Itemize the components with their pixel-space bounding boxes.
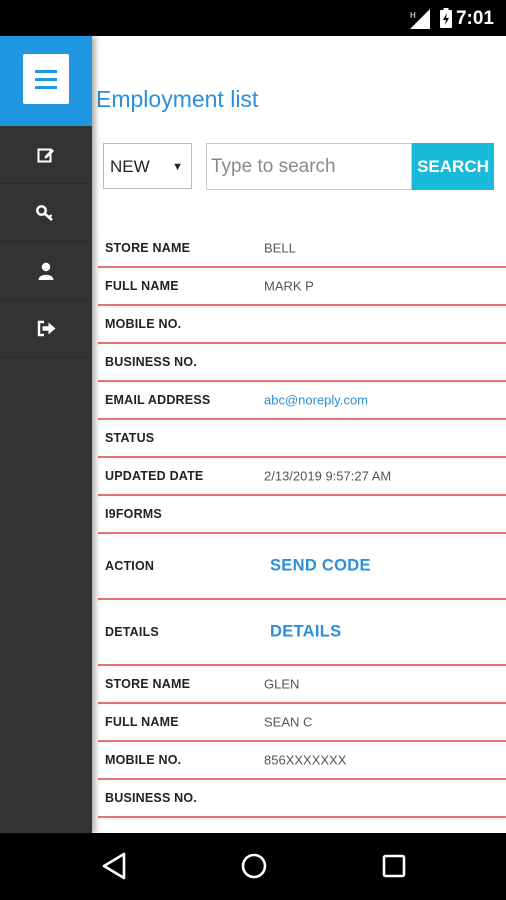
field-value: 2/13/2019 9:57:27 AM <box>264 468 392 484</box>
email-link[interactable]: abc@noreply.com <box>264 393 368 408</box>
field-value: GLEN <box>264 676 300 692</box>
sidebar <box>0 36 92 833</box>
field-label: ACTION <box>105 559 155 573</box>
field-label: EMAIL ADDRESS <box>105 393 211 407</box>
field-label: FULL NAME <box>105 715 179 729</box>
field-label: FULL NAME <box>105 279 179 293</box>
app-screen: Employment list NEW ▼ SEARCH STORE NAME … <box>0 36 506 833</box>
logout-icon <box>37 320 55 337</box>
navigation-bar <box>0 833 506 900</box>
field-value: SEAN C <box>264 714 313 730</box>
key-icon <box>36 204 53 221</box>
field-label: DETAILS <box>105 625 159 639</box>
table-row: FULL NAME SEAN C <box>98 704 506 742</box>
recent-apps-icon[interactable] <box>380 851 408 881</box>
field-label: STATUS <box>105 431 155 445</box>
table-row: STATUS <box>98 420 506 458</box>
field-label: UPDATED DATE <box>105 469 204 483</box>
table-row: DETAILS DETAILS <box>98 600 506 666</box>
details-link[interactable]: DETAILS <box>270 623 341 642</box>
field-label: MOBILE NO. <box>105 317 182 331</box>
table-row: FULL NAME MARK P <box>98 268 506 306</box>
field-value: MARK P <box>264 278 314 294</box>
search-button[interactable]: SEARCH <box>412 143 494 190</box>
main-content: Employment list NEW ▼ SEARCH STORE NAME … <box>92 36 506 833</box>
sidebar-item-logout[interactable] <box>0 300 92 358</box>
table-row: BUSINESS NO. <box>98 780 506 818</box>
signal-icon: H <box>410 9 430 29</box>
field-label: STORE NAME <box>105 677 191 691</box>
edit-icon <box>37 148 54 162</box>
menu-tile <box>0 36 92 126</box>
field-value: 856XXXXXXX <box>264 752 347 768</box>
field-value: BELL <box>264 240 296 256</box>
sidebar-item-user[interactable] <box>0 242 92 300</box>
table-row: UPDATED DATE 2/13/2019 9:57:27 AM <box>98 458 506 496</box>
sidebar-item-edit[interactable] <box>0 126 92 184</box>
battery-charging-icon <box>440 8 452 28</box>
table-row: STORE NAME BELL <box>98 230 506 268</box>
hamburger-menu-icon[interactable] <box>23 54 69 104</box>
field-label: STORE NAME <box>105 241 191 255</box>
table-row: EMAIL ADDRESS abc@noreply.com <box>98 382 506 420</box>
page-title: Employment list <box>96 86 259 112</box>
field-label: MOBILE NO. <box>105 753 182 767</box>
table-row: STORE NAME GLEN <box>98 666 506 704</box>
send-code-link[interactable]: SEND CODE <box>270 557 371 576</box>
table-row: MOBILE NO. 856XXXXXXX <box>98 742 506 780</box>
status-filter-value: NEW <box>110 157 150 176</box>
user-icon <box>38 262 54 280</box>
table-row: ACTION SEND CODE <box>98 534 506 600</box>
table-row: I9FORMS <box>98 496 506 534</box>
table-row: BUSINESS NO. <box>98 344 506 382</box>
field-label: I9FORMS <box>105 507 162 521</box>
home-icon[interactable] <box>240 851 268 881</box>
status-bar: H 7:01 <box>0 0 506 36</box>
field-label: BUSINESS NO. <box>105 355 197 369</box>
dropdown-arrow-icon: ▼ <box>172 161 183 173</box>
status-time: 7:01 <box>455 8 494 29</box>
employment-list: STORE NAME BELL FULL NAME MARK P MOBILE … <box>98 230 506 818</box>
search-input[interactable] <box>206 143 412 190</box>
status-filter-select[interactable]: NEW ▼ <box>103 143 192 189</box>
back-icon[interactable] <box>100 851 128 881</box>
svg-text:H: H <box>410 11 416 20</box>
field-label: BUSINESS NO. <box>105 791 197 805</box>
table-row: MOBILE NO. <box>98 306 506 344</box>
sidebar-item-key[interactable] <box>0 184 92 242</box>
